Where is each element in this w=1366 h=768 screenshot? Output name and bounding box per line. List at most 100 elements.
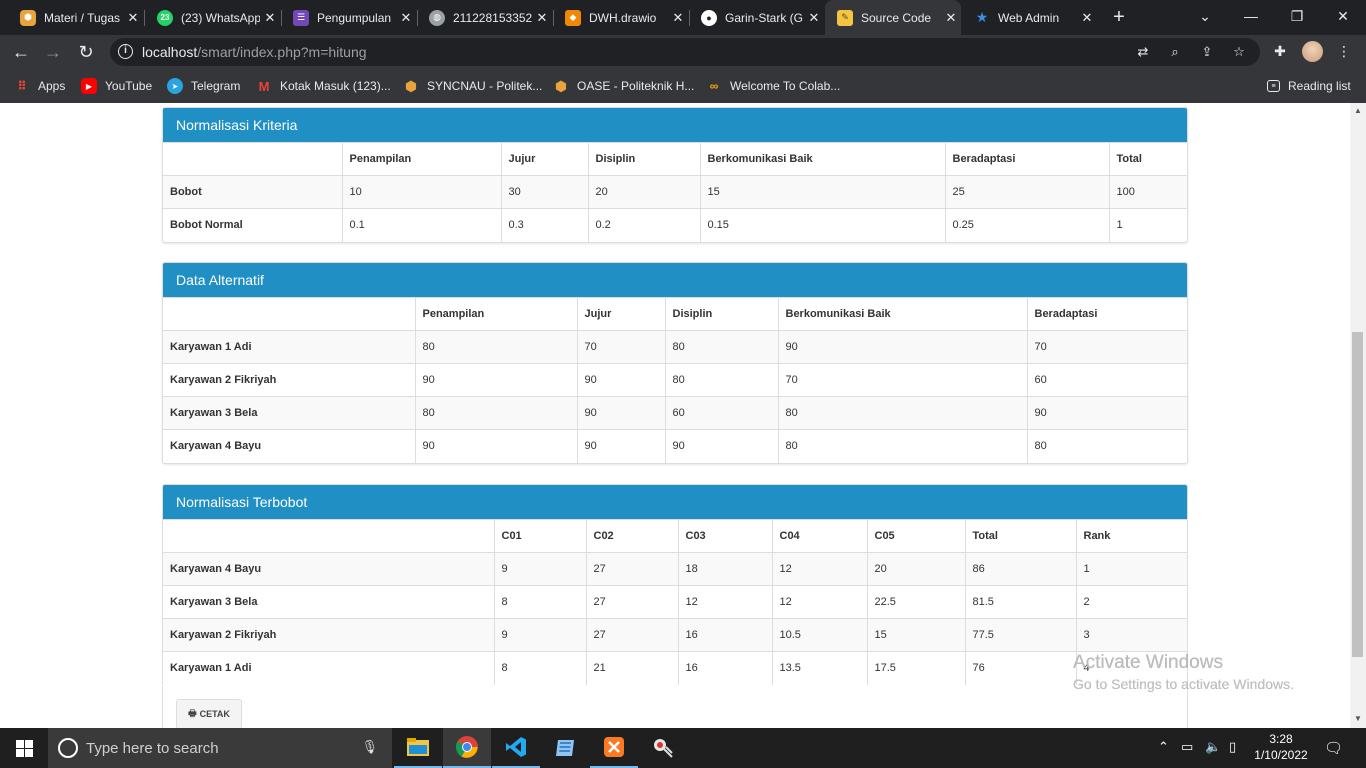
youtube-icon: ▶ [81, 78, 97, 94]
close-tab-icon[interactable]: ✕ [123, 10, 143, 26]
close-tab-icon[interactable]: ✕ [668, 10, 688, 26]
table-row: Karyawan 3 Bela 80 90 60 80 90 [163, 396, 1187, 430]
reading-list-icon: ≡ [1267, 80, 1280, 92]
restore-button[interactable]: ❐ [1274, 0, 1320, 32]
bookmark-syncnau[interactable]: ⬢ SYNCNAU - Politek... [403, 76, 542, 96]
tab-title: Pengumpulan [317, 10, 392, 25]
reload-button[interactable]: ↻ [75, 41, 97, 63]
bookmark-oase[interactable]: ⬢ OASE - Politeknik H... [553, 76, 695, 96]
tab-4[interactable]: ◆ DWH.drawio ✕ [553, 0, 688, 35]
notes-app-icon[interactable] [541, 728, 589, 768]
xampp-icon[interactable] [590, 728, 638, 768]
volume-icon[interactable]: 🔈 [1205, 739, 1221, 755]
scroll-up-arrow[interactable]: ▲ [1353, 106, 1363, 116]
chrome-icon[interactable] [443, 728, 491, 768]
printer-icon: 🖶 [188, 708, 197, 718]
translate-icon[interactable]: ⇄ [1134, 43, 1152, 61]
reading-list-label: Reading list [1288, 79, 1351, 93]
display-icon[interactable]: ▯ [1229, 739, 1236, 755]
tab-title: Garin-Stark (G [725, 10, 804, 25]
tab-6[interactable]: ✎ Source Code ✕ [825, 0, 961, 35]
watermark-subtitle: Go to Settings to activate Windows. [1073, 676, 1294, 692]
new-tab-button[interactable]: + [1108, 6, 1130, 28]
close-tab-icon[interactable]: ✕ [260, 10, 280, 26]
close-tab-icon[interactable]: ✕ [804, 10, 824, 26]
bookmark-youtube[interactable]: ▶ YouTube [81, 76, 152, 96]
table-cell: 80 [778, 396, 1028, 430]
tab-7[interactable]: ★ Web Admin ✕ [962, 0, 1097, 35]
scrollbar-thumb[interactable] [1352, 332, 1363, 657]
forward-button[interactable]: → [42, 41, 64, 63]
bookmark-apps[interactable]: ⠿ Apps [14, 76, 65, 96]
close-tab-icon[interactable]: ✕ [941, 10, 961, 26]
site-info-icon[interactable]: i [118, 44, 133, 59]
tab-0[interactable]: ⬢ Materi / Tugas ✕ [8, 0, 143, 35]
taskbar-search[interactable]: Type here to search 🎙 [48, 728, 392, 768]
print-button[interactable]: 🖶 CETAK [176, 699, 242, 728]
bookmark-telegram[interactable]: ➤ Telegram [167, 76, 240, 96]
table-cell: 3 [1076, 618, 1187, 652]
row-header: Karyawan 4 Bayu [163, 552, 495, 586]
tray-chevron-icon[interactable]: ⌃ [1158, 739, 1169, 755]
row-header: Bobot Normal [163, 208, 343, 242]
extensions-icon[interactable]: ✚ [1270, 41, 1290, 61]
address-bar[interactable]: i localhost/smart/index.php?m=hitung ⇄ ⌕… [110, 38, 1260, 66]
vscode-icon[interactable] [492, 728, 540, 768]
table-cell: 20 [867, 552, 966, 586]
minimize-button[interactable]: — [1228, 0, 1274, 32]
column-header: Berkomunikasi Baik [700, 142, 946, 176]
moodle-icon: ⬢ [554, 77, 568, 94]
zoom-icon[interactable]: ⌕ [1166, 43, 1184, 61]
notifications-icon[interactable]: 🗨 [1324, 739, 1343, 757]
table-cell: 90 [577, 363, 666, 397]
avatar[interactable] [1302, 41, 1323, 62]
table-cell: 80 [665, 330, 779, 364]
table-cell: 16 [678, 651, 773, 685]
column-header: C02 [586, 519, 679, 553]
table-cell: 70 [778, 363, 1028, 397]
table-cell: 0.3 [501, 208, 589, 242]
menu-icon[interactable]: ⋮ [1334, 41, 1354, 61]
tab-search-icon[interactable]: ⌄ [1182, 0, 1228, 32]
system-clock[interactable]: 3:28 1/10/2022 [1252, 731, 1310, 763]
weighted-table: C01 C02 C03 C04 C05 Total Rank Karyawan … [163, 519, 1187, 685]
tab-1[interactable]: 23 (23) WhatsApp ✕ [145, 0, 280, 35]
bookmark-colab[interactable]: ∞ Welcome To Colab... [706, 76, 841, 96]
network-icon[interactable]: ▭ [1181, 739, 1193, 755]
url-text[interactable]: localhost/smart/index.php?m=hitung [142, 44, 367, 60]
table-cell: 80 [1027, 429, 1187, 463]
close-window-button[interactable]: ✕ [1320, 0, 1366, 32]
reading-list[interactable]: ≡ Reading list [1267, 76, 1351, 96]
close-tab-icon[interactable]: ✕ [1077, 10, 1097, 26]
table-cell: 20 [588, 175, 701, 209]
tab-title: Source Code [861, 10, 932, 25]
row-header: Karyawan 3 Bela [163, 585, 495, 619]
column-header: Berkomunikasi Baik [778, 297, 1028, 331]
share-icon[interactable]: ⇪ [1198, 43, 1216, 61]
back-button[interactable]: ← [10, 41, 32, 63]
table-cell: 90 [1027, 396, 1187, 430]
row-header: Karyawan 4 Bayu [163, 429, 416, 463]
column-header: Beradaptasi [1027, 297, 1187, 331]
table-cell: 0.15 [700, 208, 946, 242]
tab-2[interactable]: ☰ Pengumpulan ✕ [281, 0, 416, 35]
bookmark-star-icon[interactable]: ☆ [1230, 43, 1248, 61]
tab-5[interactable]: ● Garin-Stark (G ✕ [689, 0, 824, 35]
close-tab-icon[interactable]: ✕ [396, 10, 416, 26]
table-row: Karyawan 1 Adi 80 70 80 90 70 [163, 330, 1187, 364]
table-cell: 80 [778, 429, 1028, 463]
microphone-icon[interactable]: 🎙 [361, 739, 378, 755]
bookmark-gmail[interactable]: M Kotak Masuk (123)... [256, 76, 391, 96]
close-tab-icon[interactable]: ✕ [532, 10, 552, 26]
bookmark-label: Apps [38, 79, 66, 93]
column-header [163, 297, 416, 331]
scroll-down-arrow[interactable]: ▼ [1353, 714, 1363, 724]
start-button[interactable] [0, 728, 48, 768]
panel-title: Data Alternatif [163, 263, 1187, 297]
tab-3[interactable]: ◍ 2112281533520 ✕ [417, 0, 552, 35]
file-explorer-icon[interactable] [394, 728, 442, 768]
snipping-tool-icon[interactable] [639, 728, 687, 768]
star-icon: ★ [975, 9, 989, 25]
colab-icon: ∞ [709, 79, 719, 93]
column-header: Jujur [577, 297, 666, 331]
